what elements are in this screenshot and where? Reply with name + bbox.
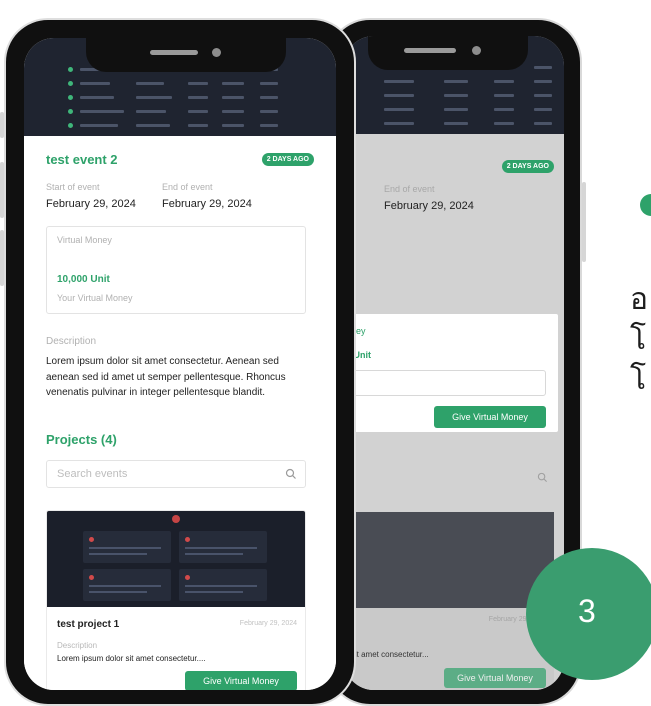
give-virtual-money-button[interactable]: Give Virtual Money	[185, 671, 297, 690]
phone-notch	[368, 36, 528, 70]
camera-icon	[212, 48, 221, 57]
project-search[interactable]: Search events	[46, 460, 306, 488]
back-project-card: February 29, 2024 r sit amet consectetur…	[344, 608, 554, 690]
time-badge: 2 DAYS AGO	[261, 153, 314, 166]
back-search-field	[344, 464, 554, 492]
project-date: February 29, 2024	[239, 620, 297, 627]
decorative-dot	[640, 194, 651, 216]
side-button	[0, 162, 4, 218]
event-header: test event 2 2 DAYS AGO	[46, 152, 314, 172]
back-project-image	[344, 512, 554, 608]
front-phone-screen: test event 2 2 DAYS AGO Start of event F…	[24, 38, 336, 690]
heading-fragment: โ	[630, 362, 647, 397]
side-button	[0, 230, 4, 286]
side-button	[0, 112, 4, 138]
search-icon[interactable]	[285, 468, 297, 480]
speaker-icon	[404, 48, 456, 53]
project-description-label: Description	[57, 641, 98, 650]
give-money-modal: oney 0 Unit Give Virtual Money	[344, 314, 558, 432]
projects-title: Projects (4)	[46, 432, 117, 447]
event-title: test event 2	[46, 152, 118, 167]
step-number-badge: 3	[526, 548, 651, 680]
back-give-button[interactable]: Give Virtual Money	[444, 668, 546, 688]
search-icon	[537, 472, 548, 483]
speaker-icon	[150, 50, 198, 55]
description-text: Lorem ipsum dolor sit amet consectetur. …	[46, 356, 286, 398]
event-detail-page: test event 2 2 DAYS AGO Start of event F…	[24, 136, 336, 690]
side-button	[582, 182, 586, 262]
project-thumbnail	[47, 511, 305, 607]
end-label: End of event	[162, 182, 213, 192]
virtual-money-card: Virtual Money 10,000 Unit Your Virtual M…	[46, 226, 306, 314]
virtual-money-label: Virtual Money	[57, 235, 112, 245]
end-date: February 29, 2024	[384, 200, 474, 212]
phone-notch	[86, 38, 286, 72]
start-label: Start of event	[46, 182, 100, 192]
end-date: February 29, 2024	[162, 198, 252, 210]
project-name: test project 1	[57, 619, 120, 630]
step-number: 3	[578, 593, 596, 629]
modal-give-button[interactable]: Give Virtual Money	[434, 406, 546, 428]
amount-input[interactable]	[352, 370, 546, 396]
logo-icon	[172, 515, 180, 523]
front-phone: test event 2 2 DAYS AGO Start of event F…	[0, 18, 356, 706]
description-label: Description	[46, 336, 97, 347]
back-card-desc: r sit amet consectetur...	[346, 650, 429, 659]
search-input[interactable]: Search events	[57, 468, 127, 480]
project-description: Lorem ipsum dolor sit amet consectetur..…	[57, 654, 206, 663]
start-date: February 29, 2024	[46, 198, 136, 210]
end-label: End of event	[384, 184, 435, 194]
camera-icon	[472, 46, 481, 55]
project-card[interactable]: test project 1 February 29, 2024 Descrip…	[46, 510, 306, 690]
time-badge: 2 DAYS AGO	[501, 160, 554, 173]
virtual-money-caption: Your Virtual Money	[57, 293, 133, 303]
virtual-money-amount: 10,000 Unit	[57, 274, 110, 285]
